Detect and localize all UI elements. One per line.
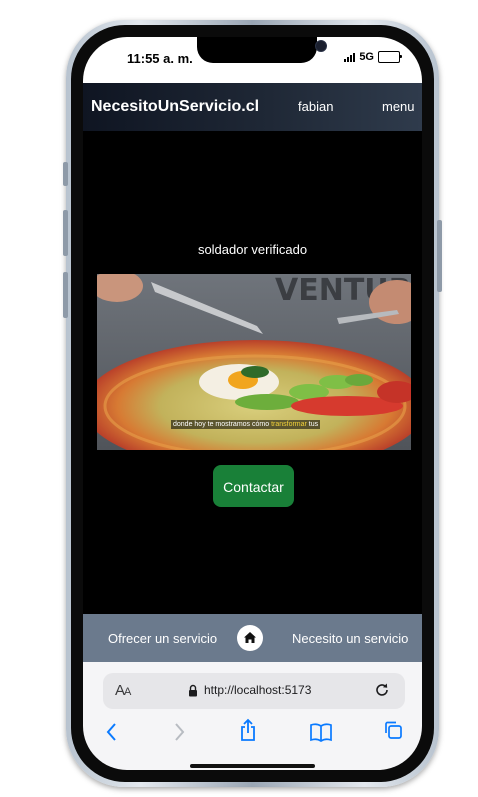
status-indicators: 5G [344, 51, 402, 63]
volume-down-button [63, 272, 68, 318]
video-caption: donde hoy te mostramos cómo transformar … [171, 420, 321, 429]
status-bar: 11:55 a. m. 5G [83, 37, 422, 83]
power-button [437, 220, 442, 292]
reload-icon[interactable] [373, 681, 391, 699]
front-camera [315, 40, 327, 52]
forward-icon[interactable] [172, 722, 186, 742]
top-navbar: NecesitoUnServicio.cl fabian menu [83, 83, 422, 131]
user-link[interactable]: fabian [298, 99, 333, 114]
home-indicator[interactable] [190, 764, 315, 768]
address-bar[interactable]: AA http://localhost:5173 [103, 673, 405, 709]
contact-button[interactable]: Contactar [213, 465, 294, 507]
dynamic-notch [197, 37, 327, 63]
main-content: soldador verificado VENTUR donde hoy te … [83, 131, 422, 614]
home-icon [244, 632, 256, 643]
action-button [63, 162, 68, 186]
text-size-button[interactable]: AA [115, 682, 131, 699]
service-video[interactable]: VENTUR donde hoy te mostramos cómo trans… [97, 274, 411, 450]
caption-highlight: transformar [271, 421, 307, 428]
share-icon[interactable] [238, 718, 258, 742]
back-icon[interactable] [105, 722, 119, 742]
need-service-link[interactable]: Necesito un servicio [292, 631, 408, 646]
signal-icon [344, 52, 356, 62]
status-time: 11:55 a. m. [127, 51, 193, 66]
verified-label: soldador verificado [197, 242, 308, 257]
tabs-icon[interactable] [383, 720, 403, 740]
menu-link[interactable]: menu [382, 99, 415, 114]
browser-chrome: AA http://localhost:5173 [83, 662, 422, 770]
phone-screen: 11:55 a. m. 5G NecesitoUnServicio.cl fab… [83, 37, 422, 770]
bottom-navbar: Ofrecer un servicio Necesito un servicio [83, 614, 422, 662]
url-text: http://localhost:5173 [204, 683, 312, 697]
home-button[interactable] [237, 625, 263, 651]
brand-link[interactable]: NecesitoUnServicio.cl [91, 98, 259, 116]
lock-icon [189, 684, 197, 697]
offer-service-link[interactable]: Ofrecer un servicio [108, 631, 217, 646]
network-label: 5G [359, 51, 374, 63]
volume-up-button [63, 210, 68, 256]
bookmarks-icon[interactable] [309, 722, 333, 742]
battery-icon [378, 51, 402, 63]
